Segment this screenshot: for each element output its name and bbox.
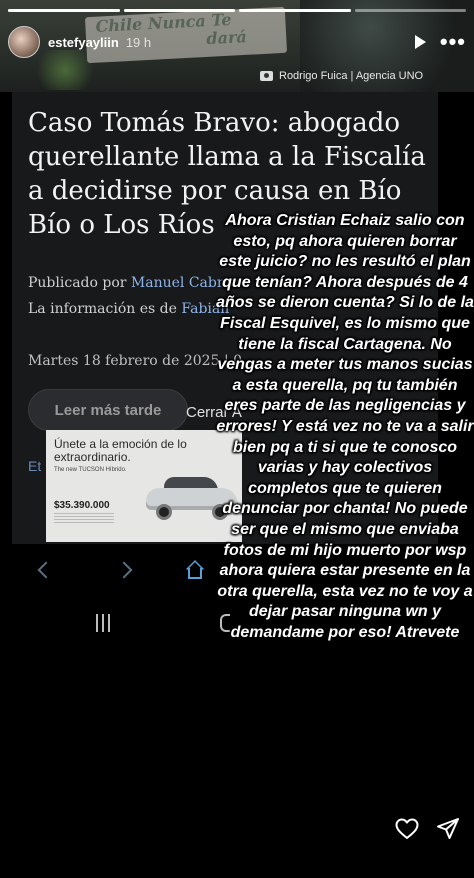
back-icon: [37, 561, 55, 579]
avatar[interactable]: [8, 26, 40, 58]
home-icon: [184, 560, 206, 580]
send-icon[interactable]: [436, 817, 460, 841]
photo-credit: Rodrigo Fuica | Agencia UNO: [260, 70, 423, 82]
post-time: 19 h: [125, 34, 152, 50]
story-caption: Ahora Cristian Echaiz salio con esto, pq…: [216, 212, 474, 641]
article-tag-text: Et: [28, 458, 42, 474]
camera-icon: [260, 71, 273, 81]
progress-segment: [8, 9, 120, 12]
car-advertisement: Únete a la emoción de lo extraordinario.…: [46, 430, 242, 542]
photo-credit-text: Rodrigo Fuica | Agencia UNO: [279, 70, 424, 82]
published-prefix: Publicado por: [28, 275, 127, 291]
play-icon[interactable]: [414, 35, 426, 49]
ad-fine-print: [54, 513, 114, 523]
more-icon[interactable]: •••: [440, 31, 466, 53]
ad-subline: The new TUCSON Híbrido.: [54, 467, 127, 473]
progress-segment: [239, 9, 351, 12]
heart-icon[interactable]: [395, 818, 419, 840]
forward-icon: [115, 561, 133, 579]
read-later-button: Leer más tarde: [28, 389, 188, 431]
story-progress-bar: [8, 9, 466, 12]
browser-nav-row: [12, 548, 232, 592]
progress-segment: [123, 9, 235, 12]
username[interactable]: estefyayliin: [48, 35, 119, 50]
article-source-line: La información es de Fabián: [28, 301, 229, 317]
ad-price: $35.390.000: [54, 500, 110, 511]
article-author-line: Publicado por Manuel Cabrer: [28, 275, 239, 291]
bottom-fade: [200, 776, 474, 856]
article-date: Martes 18 febrero de 2025 | 0: [28, 353, 243, 369]
recent-apps-icon: [96, 614, 116, 632]
header-actions: •••: [414, 31, 466, 53]
progress-segment: [354, 9, 466, 12]
info-prefix: La información es de: [28, 301, 177, 317]
story-header: estefyayliin 19 h •••: [8, 24, 466, 60]
ad-headline: Únete a la emoción de lo extraordinario.: [54, 437, 187, 464]
